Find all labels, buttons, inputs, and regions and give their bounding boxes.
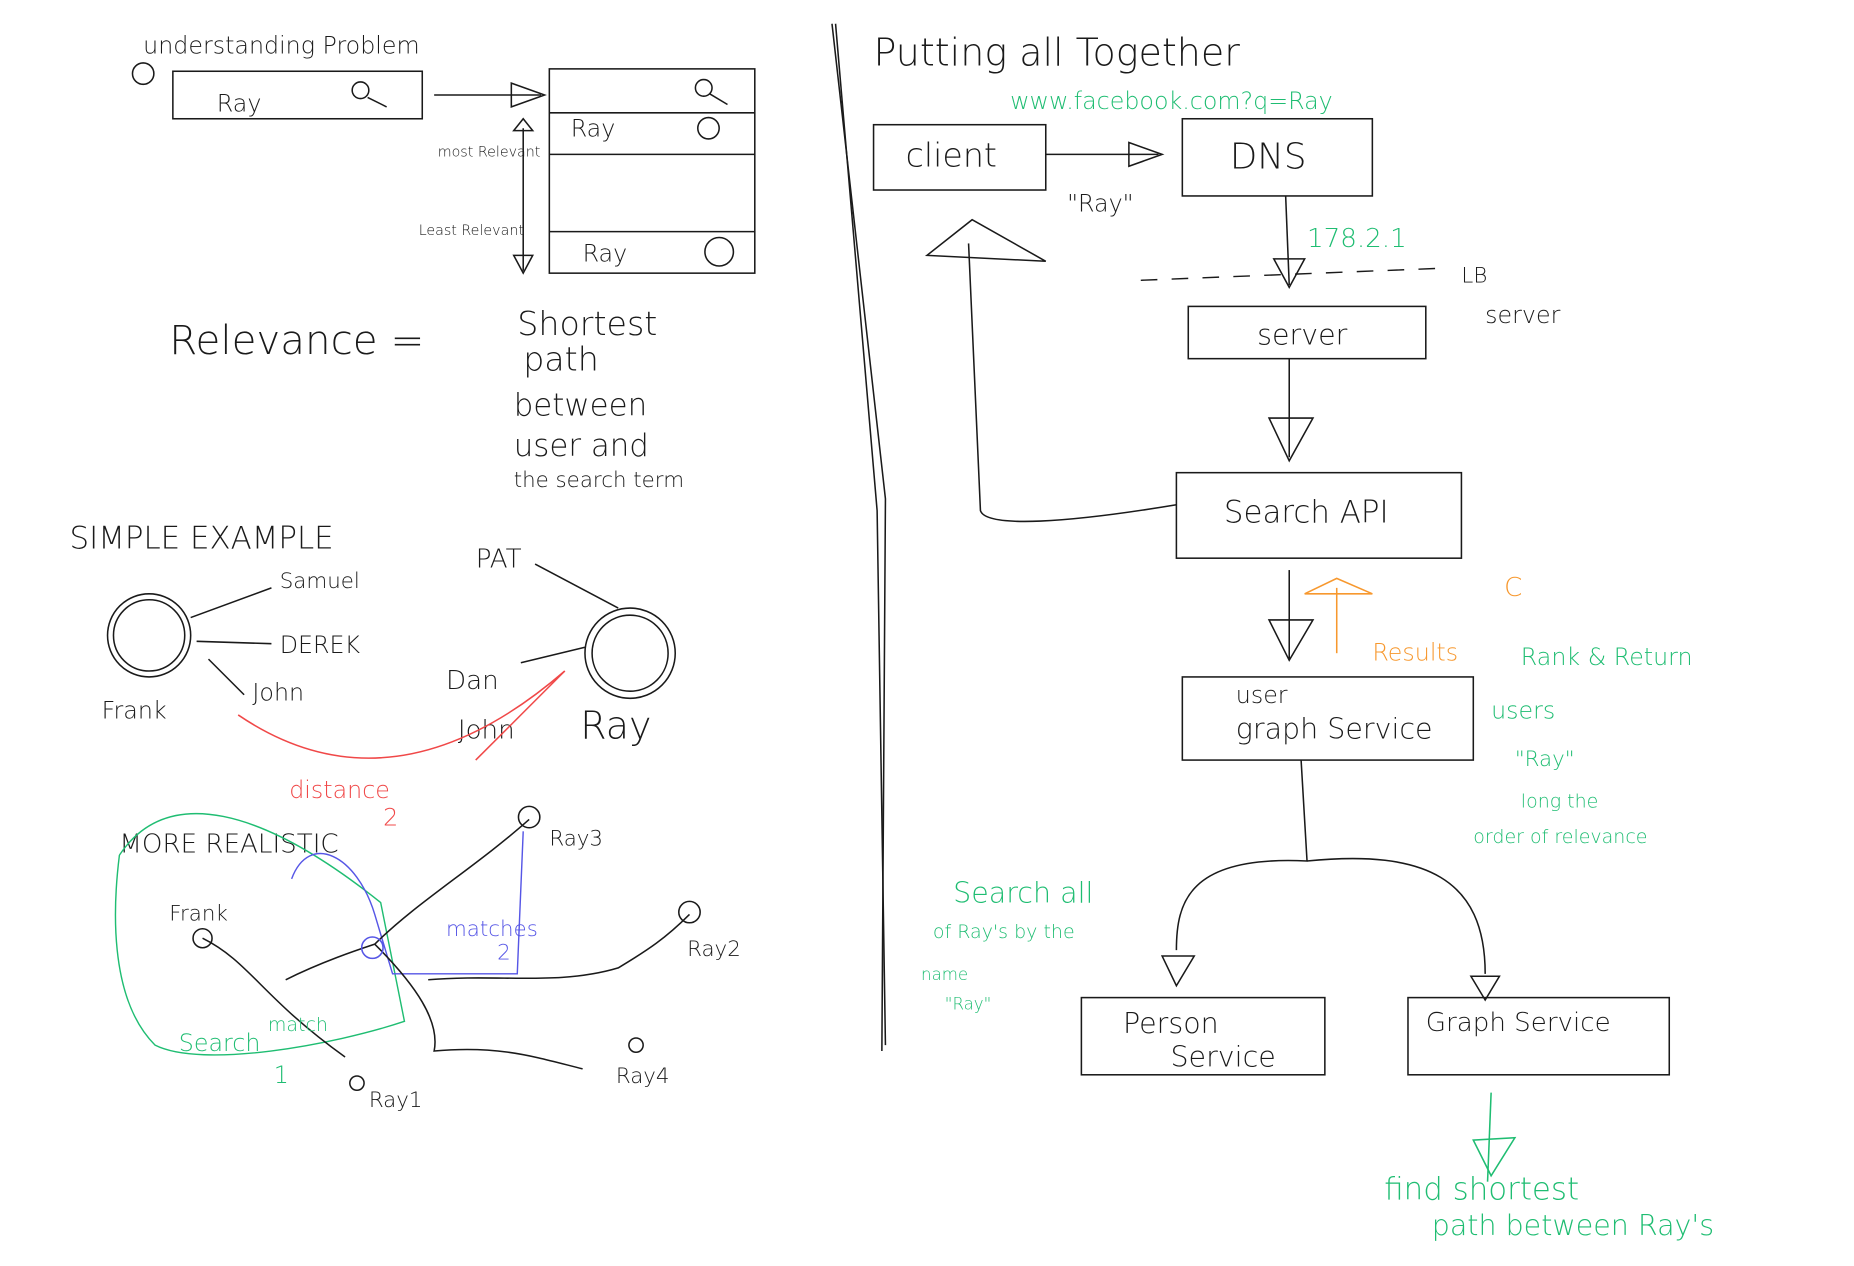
result-item: Ray — [571, 115, 616, 143]
node-ray1 — [349, 1075, 365, 1092]
node-ray3 — [517, 805, 541, 829]
label-derek: DEREK — [280, 631, 361, 659]
search-icon — [351, 81, 387, 108]
distance-label: distance — [289, 776, 390, 804]
whiteboard-canvas: understanding Problem Ray Ray Ray most R… — [70, 23, 1714, 1242]
rank-note: users — [1491, 697, 1555, 725]
label-dan: Dan — [446, 666, 499, 696]
simple-example-title: SIMPLE EXAMPLE — [70, 521, 334, 557]
search-note: of Ray's by the — [933, 921, 1075, 943]
server-note: server — [1485, 301, 1560, 329]
search-note: Search all — [953, 877, 1093, 910]
page-title: Putting all Together — [874, 30, 1241, 74]
relevance-label: Relevance = — [169, 317, 424, 364]
most-relevant-label: most Relevant — [438, 145, 541, 161]
server-label: server — [1257, 318, 1348, 351]
search-api-label: Search API — [1224, 495, 1389, 531]
node-frank — [106, 593, 192, 678]
node-ray4 — [628, 1037, 644, 1054]
search-box-sketch — [172, 70, 424, 120]
definition-line: the search term — [514, 468, 684, 493]
definition-line: user and — [514, 428, 649, 464]
arrow-down-icon — [1469, 975, 1501, 1002]
user-graph-label: user — [1236, 681, 1288, 709]
node-ray2 — [678, 900, 701, 924]
ip-label: 178.2.1 — [1307, 224, 1407, 254]
rank-note: long the — [1521, 791, 1599, 813]
radio-icon — [131, 62, 155, 86]
arrow-down-icon — [1160, 955, 1196, 988]
rank-note: Rank & Return — [1521, 643, 1693, 671]
distance-value: 2 — [383, 803, 398, 831]
search-note: "Ray" — [945, 994, 991, 1013]
c-label: C — [1504, 573, 1522, 603]
results-label: Results — [1372, 638, 1458, 666]
matches-label: matches — [446, 917, 538, 942]
search-label: Search — [179, 1029, 261, 1057]
match-label: match — [268, 1014, 328, 1036]
definition-line: path — [523, 340, 599, 379]
label-frank: Frank — [169, 901, 228, 926]
person-service-label: Service — [1170, 1040, 1275, 1073]
label-john: John — [252, 679, 304, 707]
label-ray3: Ray3 — [549, 827, 603, 852]
label-ray4: Ray4 — [616, 1064, 670, 1089]
find-note: path between Ray's — [1432, 1209, 1714, 1242]
person-service-label: Person — [1123, 1007, 1219, 1040]
results-box-sketch — [548, 68, 756, 274]
client-label: client — [906, 135, 997, 174]
graph-service-label: Graph Service — [1426, 1008, 1611, 1038]
label-pat: PAT — [476, 545, 522, 575]
node-ray — [584, 607, 676, 700]
query-label: "Ray" — [1067, 189, 1133, 217]
search-note: name — [921, 965, 968, 984]
match-value: 1 — [274, 1061, 289, 1089]
definition-line: Shortest — [517, 304, 657, 343]
url-label: www.facebook.com?q=Ray — [1010, 87, 1333, 115]
definition-line: between — [514, 388, 647, 424]
search-icon — [694, 78, 728, 106]
search-value: Ray — [217, 90, 262, 118]
least-relevant-label: Least Relevant — [419, 223, 524, 239]
result-item: Ray — [583, 239, 628, 267]
heading-understanding: understanding Problem — [143, 31, 419, 59]
dns-label: DNS — [1230, 137, 1307, 178]
user-graph-label: graph Service — [1236, 713, 1433, 746]
label-ray1: Ray1 — [369, 1088, 423, 1113]
label-ray: Ray — [580, 704, 651, 748]
arrow-down-icon — [1472, 1136, 1517, 1178]
lb-label: LB — [1461, 264, 1487, 289]
label-ray2: Ray2 — [687, 937, 741, 962]
arrow-up-icon — [924, 218, 1047, 263]
rank-note: order of relevance — [1473, 826, 1647, 848]
arrow-down-icon — [1267, 619, 1315, 662]
more-realistic-title: MORE REALISTIC — [119, 830, 338, 860]
split-lines — [1175, 760, 1486, 974]
matches-value: 2 — [497, 941, 511, 966]
label-frank: Frank — [102, 697, 167, 725]
arrow-up-icon — [1304, 577, 1373, 595]
find-note: find shortest — [1384, 1171, 1579, 1207]
rank-note: "Ray" — [1515, 747, 1575, 772]
arrow-down-icon — [1267, 417, 1315, 463]
label-samuel: Samuel — [280, 569, 360, 594]
